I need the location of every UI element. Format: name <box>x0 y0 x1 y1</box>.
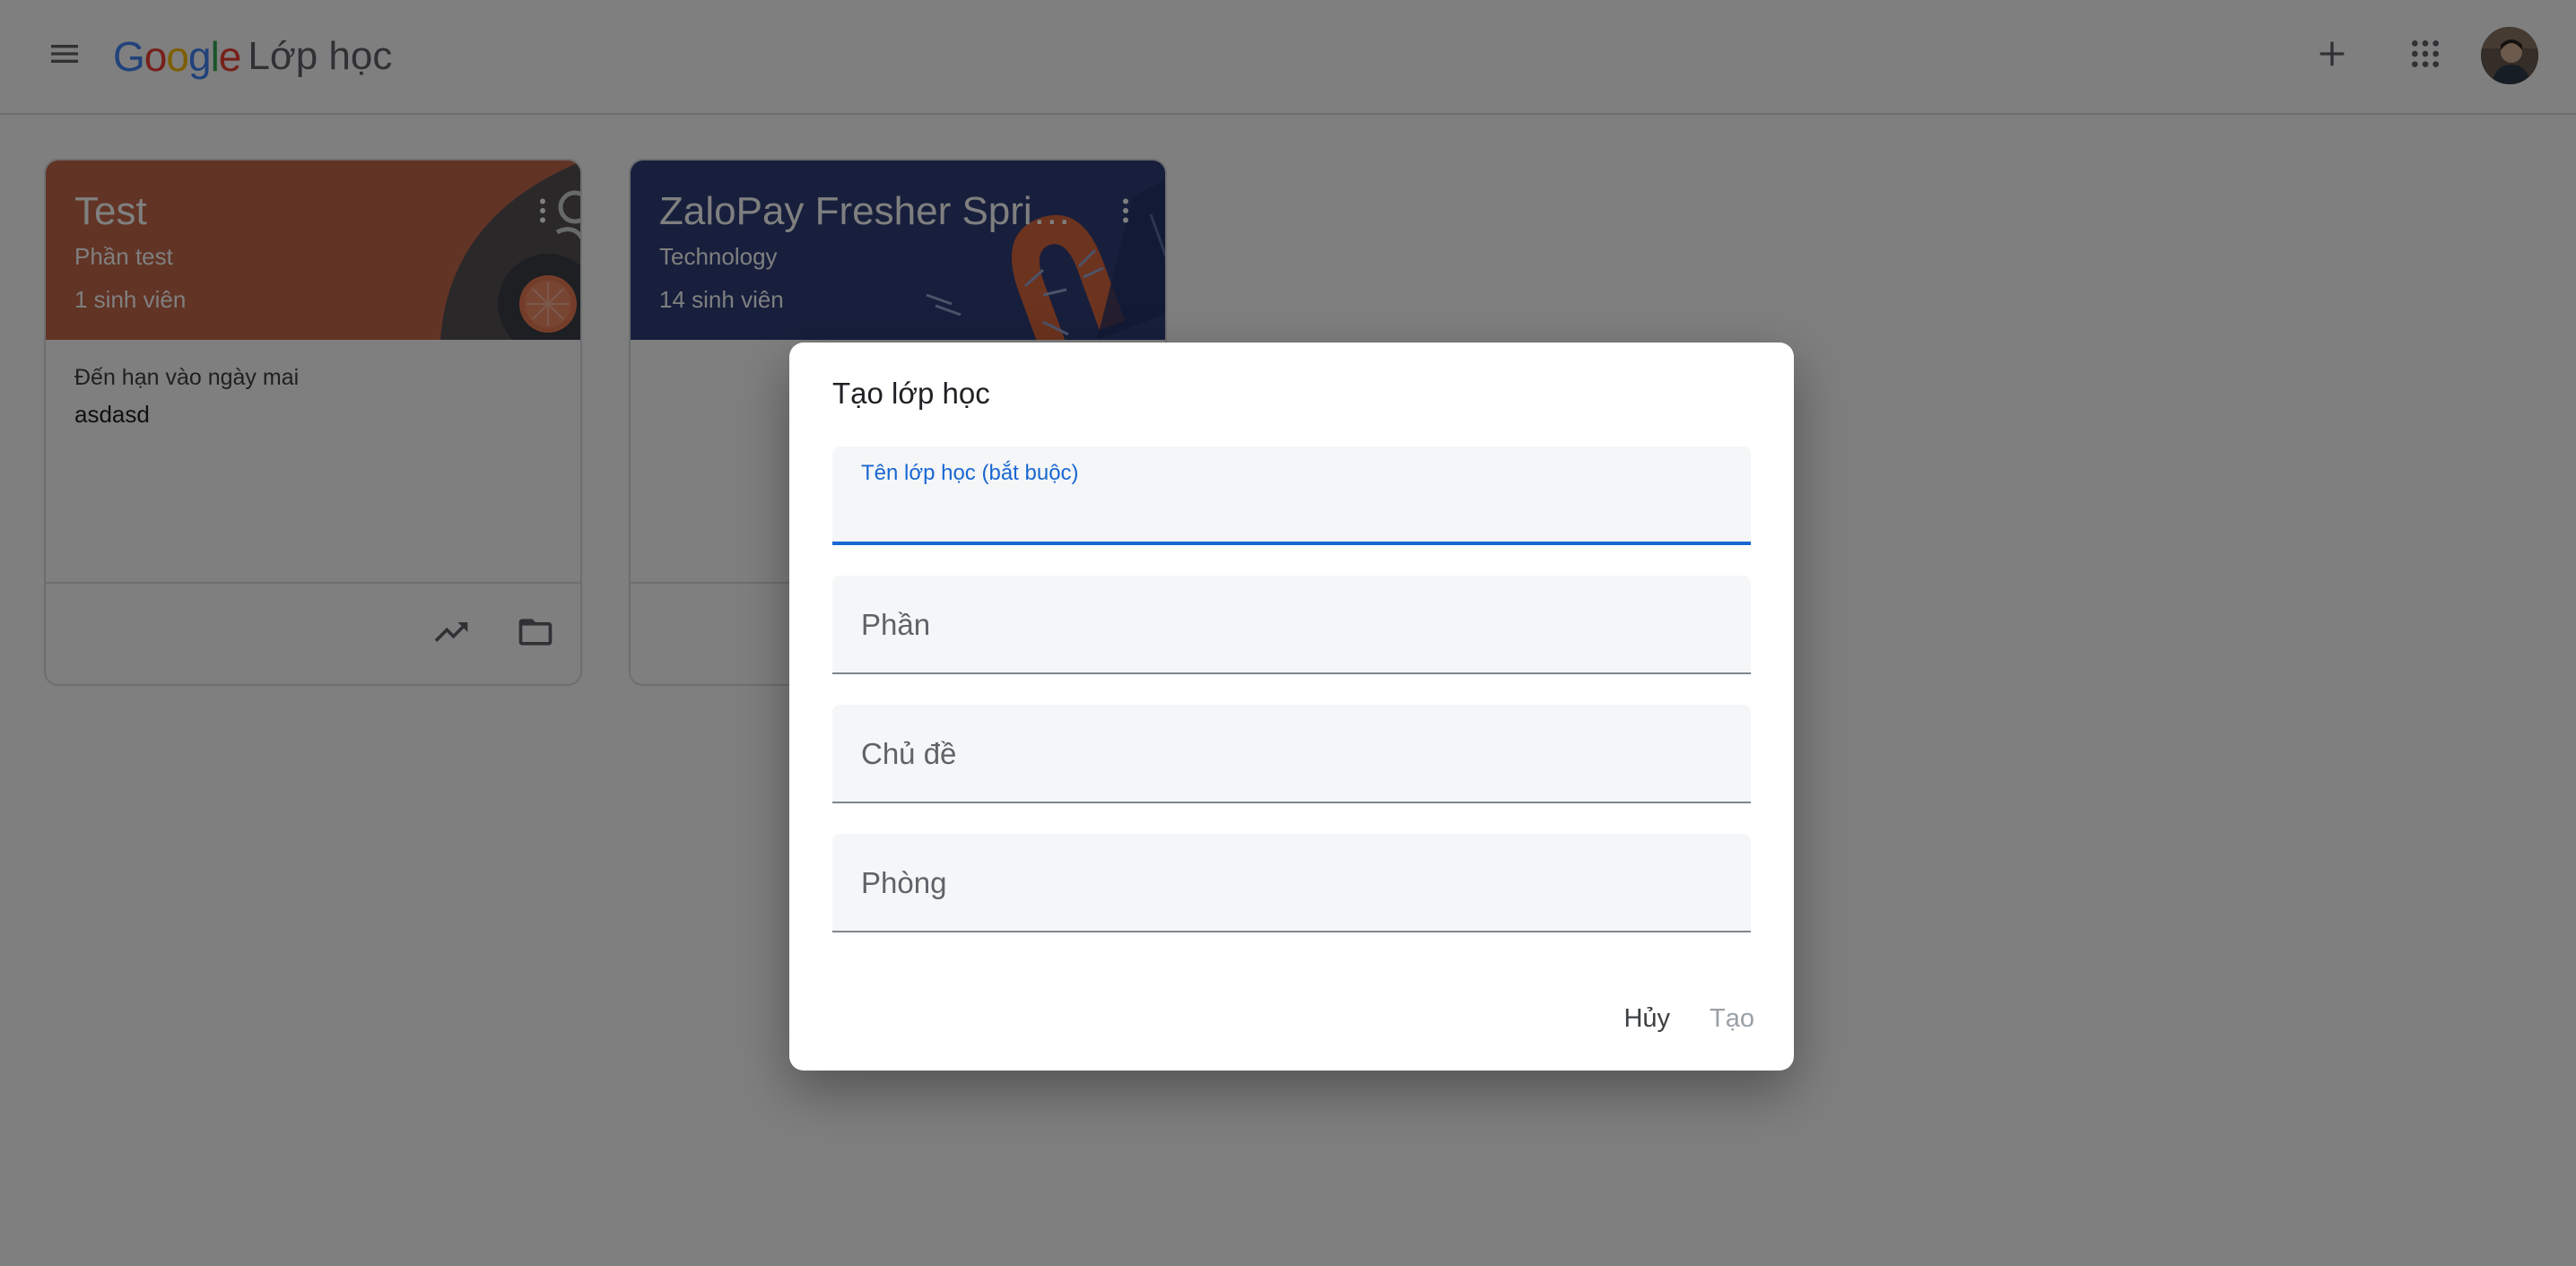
dialog-title: Tạo lớp học <box>832 377 990 410</box>
section-label: Phần <box>861 608 931 641</box>
class-name-input[interactable] <box>861 497 1722 533</box>
section-field[interactable]: Phần <box>832 576 1751 674</box>
create-button[interactable]: Tạo <box>1693 992 1771 1045</box>
room-label: Phòng <box>861 866 947 899</box>
cancel-button[interactable]: Hủy <box>1607 992 1686 1045</box>
subject-field[interactable]: Chủ đề <box>832 705 1751 803</box>
create-class-dialog: Tạo lớp học Tên lớp học (bắt buộc) Phần … <box>789 343 1794 1071</box>
class-name-field[interactable]: Tên lớp học (bắt buộc) <box>832 447 1751 545</box>
room-field[interactable]: Phòng <box>832 834 1751 932</box>
dialog-actions: Hủy Tạo <box>1607 992 1771 1045</box>
class-name-label: Tên lớp học (bắt buộc) <box>861 461 1079 485</box>
subject-label: Chủ đề <box>861 737 957 770</box>
